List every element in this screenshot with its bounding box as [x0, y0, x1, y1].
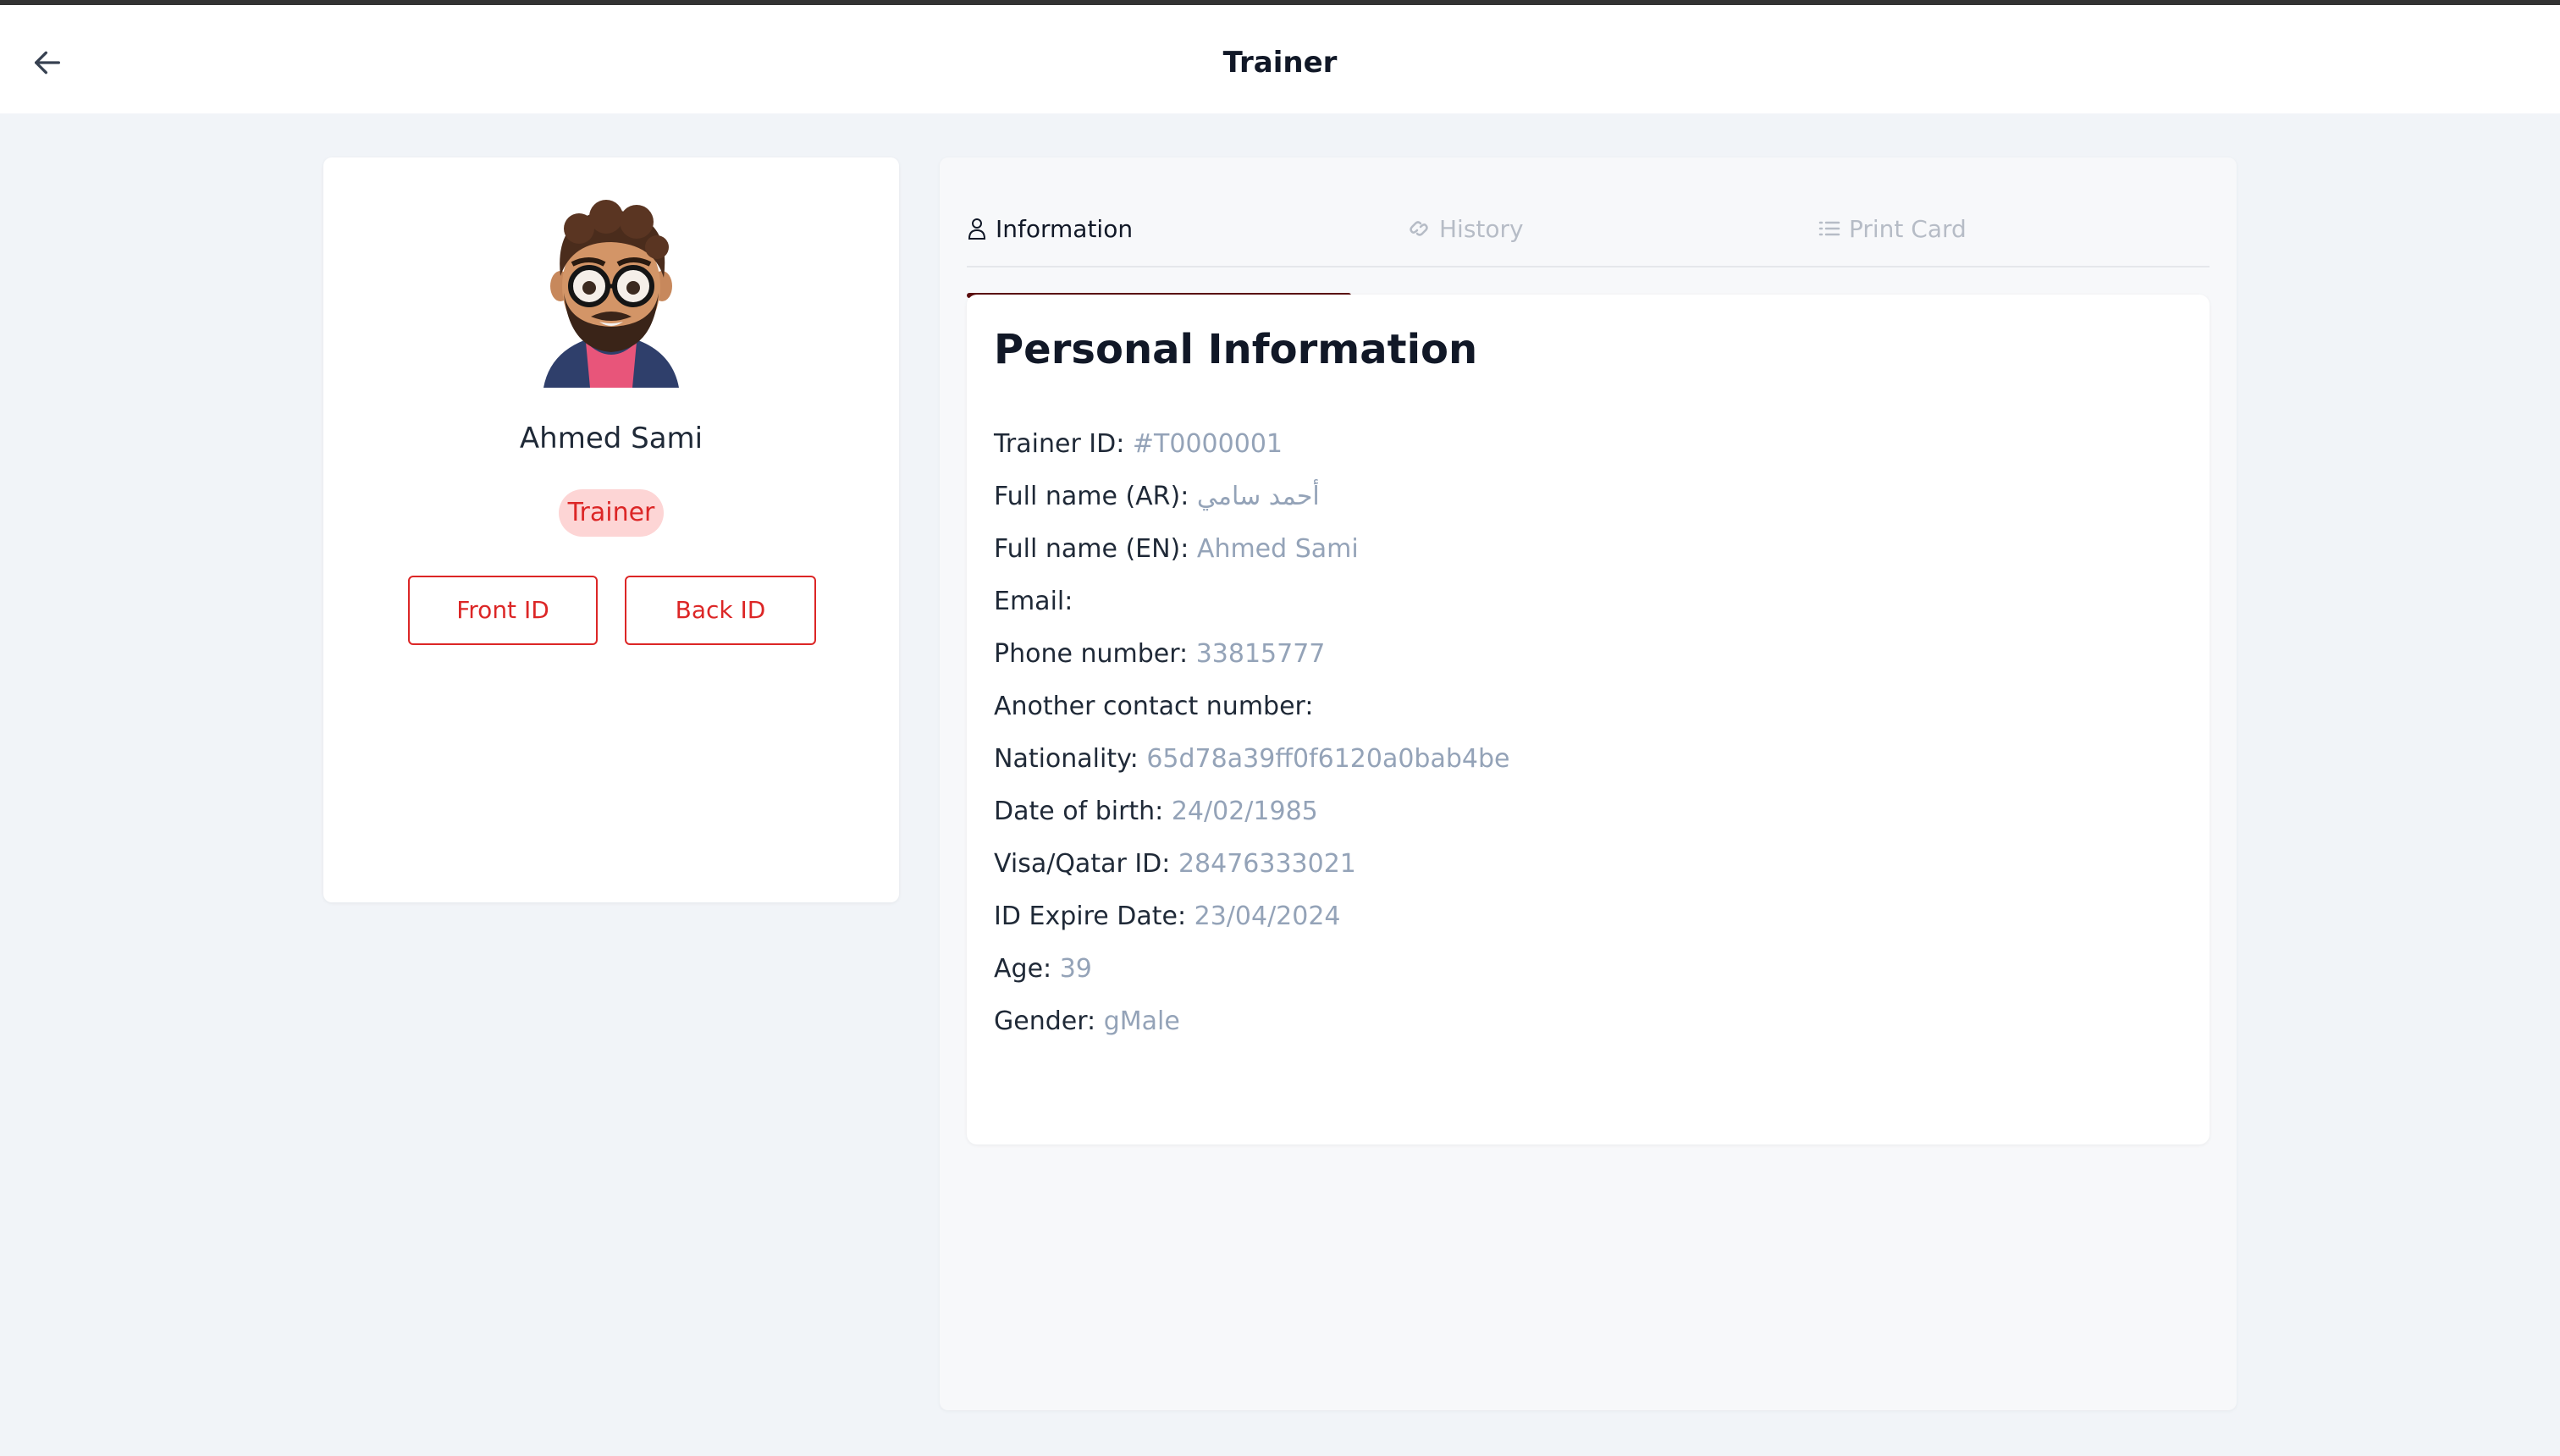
- info-value: 33815777: [1195, 639, 1326, 669]
- tab-bar: Information History Print Card: [967, 191, 2210, 298]
- info-row-visa-id: Visa/Qatar ID: 28476333021: [994, 838, 1509, 891]
- info-label: Trainer ID:: [994, 429, 1125, 459]
- info-label: Age:: [994, 954, 1052, 984]
- avatar-icon: [543, 200, 679, 388]
- info-row-email: Email:: [994, 576, 1509, 628]
- info-row-full-name-ar: Full name (AR): أحمد سامي: [994, 471, 1509, 523]
- info-row-date-of-birth: Date of birth: 24/02/1985: [994, 786, 1509, 838]
- link-icon: [1410, 221, 1428, 236]
- info-row-phone: Phone number: 33815777: [994, 628, 1509, 681]
- profile-name: Ahmed Sami: [519, 422, 703, 455]
- app-header: Trainer: [0, 5, 2560, 113]
- info-label: ID Expire Date:: [994, 902, 1187, 931]
- info-row-nationality: Nationality: 65d78a39ff0f6120a0bab4be: [994, 733, 1509, 786]
- info-row-another-contact: Another contact number:: [994, 681, 1509, 733]
- info-label: Nationality:: [994, 744, 1139, 774]
- front-id-button[interactable]: Front ID: [408, 576, 598, 645]
- tab-information[interactable]: Information: [967, 191, 1346, 266]
- info-row-age: Age: 39: [994, 943, 1509, 995]
- tab-print-card[interactable]: Print Card: [1818, 191, 1967, 266]
- details-panel: Information History Print Card Personal …: [940, 157, 2237, 1410]
- info-label: Date of birth:: [994, 797, 1164, 826]
- tab-print-card-label: Print Card: [1849, 214, 1967, 243]
- info-label: Full name (EN):: [994, 534, 1189, 564]
- back-id-button[interactable]: Back ID: [625, 576, 816, 645]
- tab-information-label: Information: [996, 214, 1134, 243]
- info-row-gender: Gender: gMale: [994, 995, 1509, 1048]
- role-badge: Trainer: [559, 489, 664, 537]
- info-list: Trainer ID: #T0000001 Full name (AR): أح…: [994, 418, 1509, 1048]
- list-icon: [1818, 221, 1840, 236]
- info-row-id-expire-date: ID Expire Date: 23/04/2024: [994, 891, 1509, 943]
- info-label: Visa/Qatar ID:: [994, 849, 1171, 879]
- info-value: 39: [1059, 954, 1092, 984]
- section-title: Personal Information: [994, 326, 1478, 373]
- info-label: Full name (AR):: [994, 482, 1189, 511]
- info-value: 65d78a39ff0f6120a0bab4be: [1146, 744, 1510, 774]
- info-value: gMale: [1103, 1007, 1180, 1036]
- page-title: Trainer: [1222, 46, 1338, 80]
- info-label: Gender:: [994, 1007, 1096, 1036]
- info-value: 23/04/2024: [1194, 902, 1341, 931]
- info-value: #T0000001: [1132, 429, 1283, 459]
- info-label: Phone number:: [994, 639, 1189, 669]
- info-row-full-name-en: Full name (EN): Ahmed Sami: [994, 523, 1509, 576]
- tab-history-label: History: [1439, 214, 1524, 243]
- info-value: 28476333021: [1178, 849, 1356, 879]
- info-label: Another contact number:: [994, 692, 1314, 721]
- personal-info-card: Personal Information Trainer ID: #T00000…: [967, 295, 2210, 1144]
- tab-history[interactable]: History: [1407, 191, 1524, 266]
- info-value: 24/02/1985: [1171, 797, 1318, 826]
- info-label: Email:: [994, 587, 1073, 616]
- profile-card: Ahmed Sami Trainer Front ID Back ID: [323, 157, 899, 902]
- info-row-trainer-id: Trainer ID: #T0000001: [994, 418, 1509, 471]
- user-icon: [968, 218, 986, 240]
- info-value: Ahmed Sami: [1196, 534, 1359, 564]
- info-value: أحمد سامي: [1196, 482, 1320, 511]
